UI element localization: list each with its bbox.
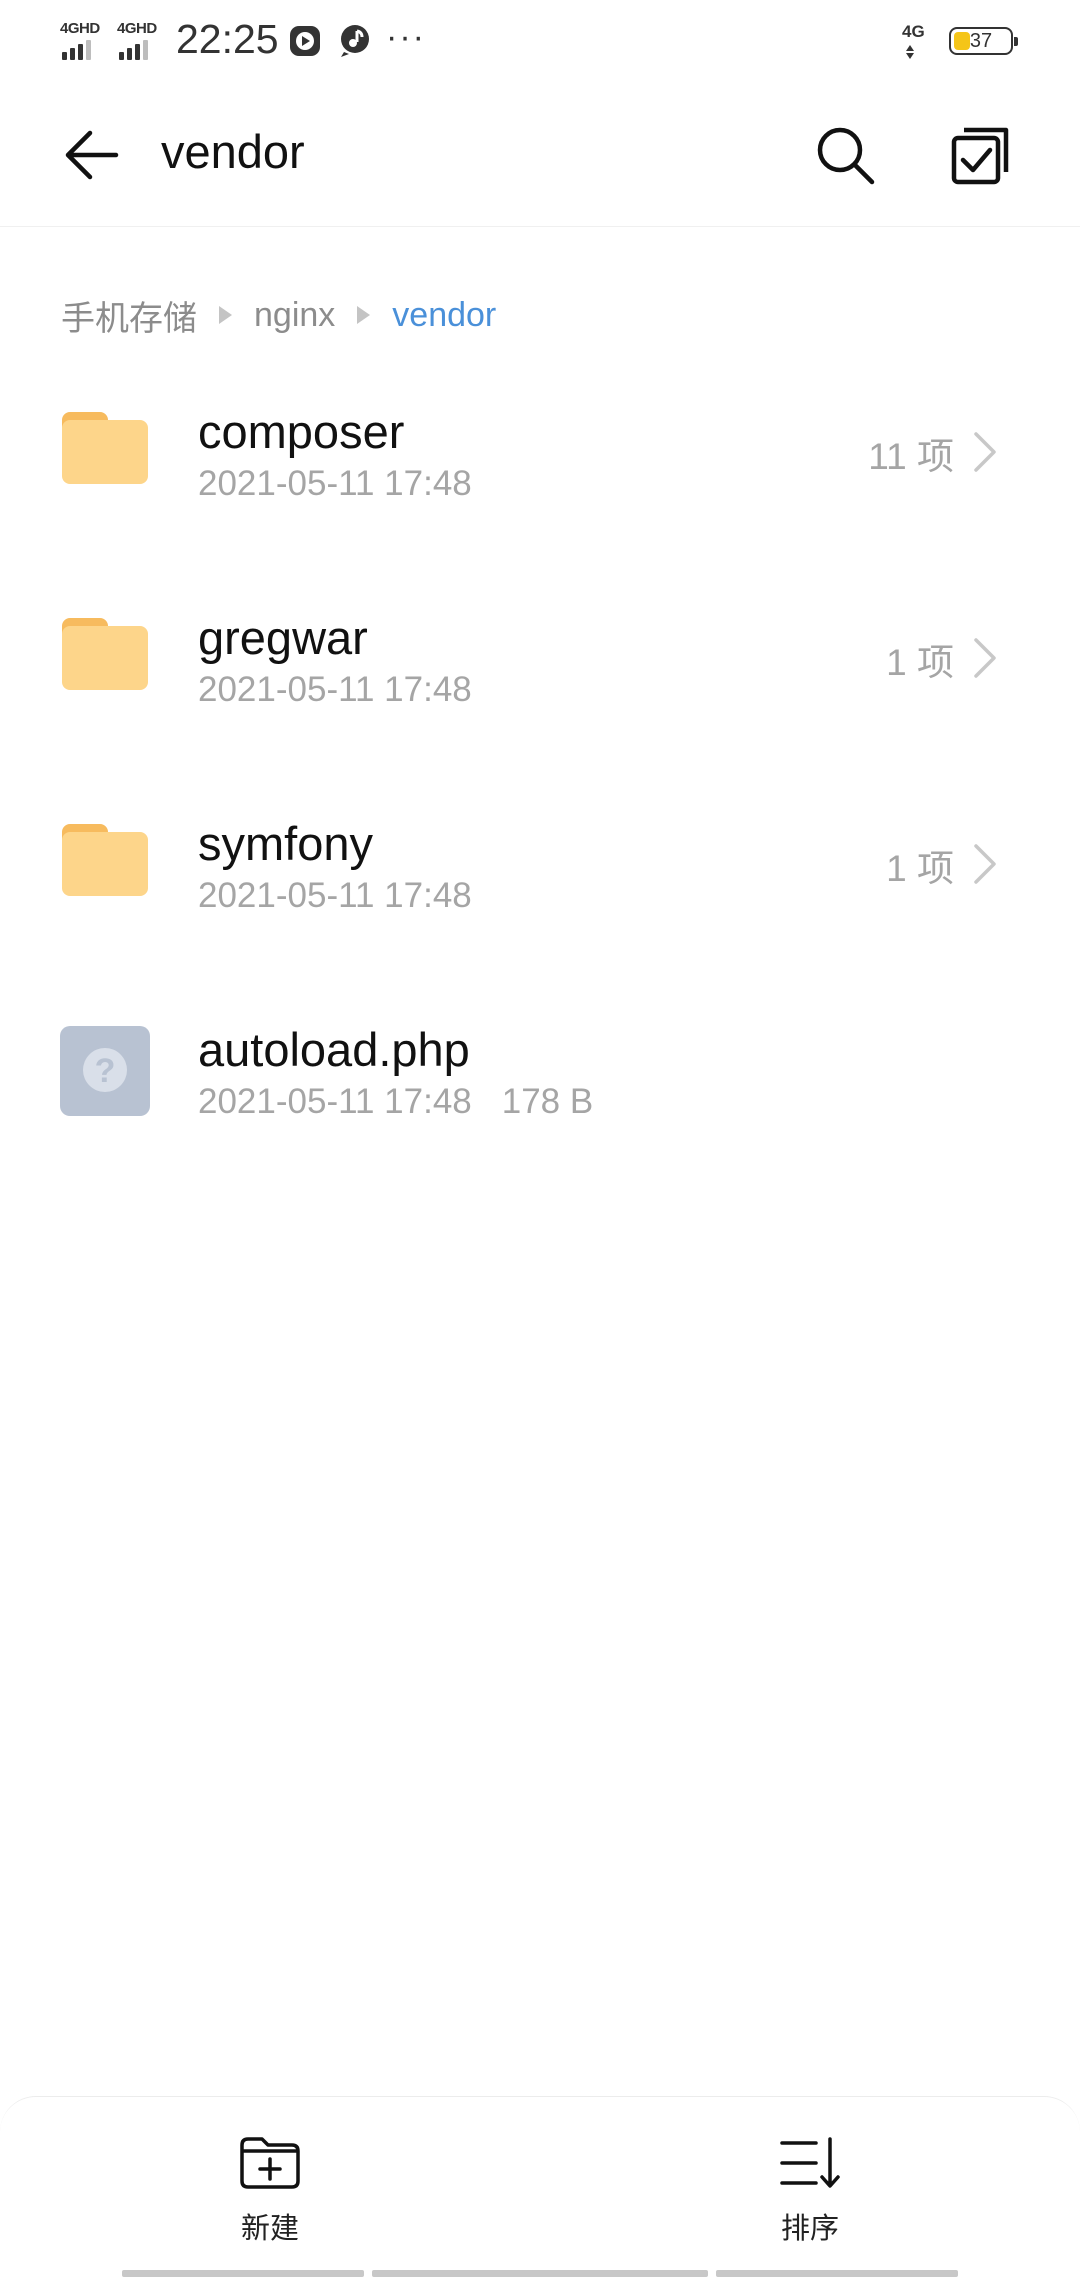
folder-icon xyxy=(62,618,148,690)
music-note-icon xyxy=(341,25,369,57)
file-name: autoload.php xyxy=(198,1023,470,1076)
new-button-label: 新建 xyxy=(240,2213,299,2245)
arrow-left-icon[interactable] xyxy=(60,122,126,188)
unknown-file-icon: ? xyxy=(60,1026,150,1116)
folder-icon xyxy=(62,824,148,896)
file-name: gregwar xyxy=(198,611,368,664)
breadcrumb-item-nginx[interactable]: nginx xyxy=(254,296,335,335)
sim1-network-label: 4GHD xyxy=(60,20,100,37)
chevron-right-icon xyxy=(974,638,996,678)
sort-button-label: 排序 xyxy=(780,2213,839,2245)
file-date: 2021-05-11 17:48 xyxy=(198,464,472,503)
sim2-signal-icon: 4GHD xyxy=(117,20,165,60)
search-icon[interactable] xyxy=(812,122,878,188)
file-name: symfony xyxy=(198,817,373,870)
new-button[interactable]: 新建 xyxy=(218,2135,322,2255)
mobile-data-indicator: 4G xyxy=(902,22,942,59)
list-item-file[interactable]: ? autoload.php 2021-05-11 17:48 178 B xyxy=(0,966,1080,1172)
top-app-bar: vendor xyxy=(0,84,1080,227)
breadcrumb-separator-icon xyxy=(219,306,232,324)
battery-percent: 37 xyxy=(969,30,993,52)
status-bar: 4GHD 4GHD 22:25 ··· 4G 37 xyxy=(0,0,1080,84)
item-count: 1 项 xyxy=(886,642,954,683)
new-folder-icon xyxy=(240,2137,300,2189)
sim1-signal-icon: 4GHD xyxy=(60,20,108,60)
breadcrumb-separator-icon xyxy=(357,306,371,324)
more-notifications-indicator: ··· xyxy=(386,18,426,56)
file-date: 2021-05-11 17:48 xyxy=(198,670,472,709)
list-item-folder[interactable]: gregwar 2021-05-11 17:48 1 项 xyxy=(0,554,1080,760)
battery-icon: 37 xyxy=(949,27,1018,55)
file-name: composer xyxy=(198,405,405,458)
file-size: 178 B xyxy=(501,1082,594,1121)
multi-select-checkbox-icon[interactable] xyxy=(948,122,1014,188)
video-play-icon xyxy=(290,26,320,56)
bottom-action-bar: 新建 排序 xyxy=(0,2096,1080,2281)
page-title: vendor xyxy=(161,125,305,178)
breadcrumb-item-current: vendor xyxy=(392,295,497,334)
gesture-navigation-bar xyxy=(120,2270,960,2278)
breadcrumb-item-storage[interactable]: 手机存储 xyxy=(61,291,197,340)
list-item-folder[interactable]: symfony 2021-05-11 17:48 1 项 xyxy=(0,760,1080,966)
item-count: 11 项 xyxy=(868,436,954,477)
sim2-network-label: 4GHD xyxy=(117,20,157,37)
file-date: 2021-05-11 17:48 xyxy=(198,1082,472,1121)
sort-icon xyxy=(780,2137,840,2188)
status-time: 22:25 xyxy=(176,16,279,62)
sort-button[interactable]: 排序 xyxy=(758,2135,862,2255)
chevron-right-icon xyxy=(974,432,996,472)
item-count: 1 项 xyxy=(886,848,954,889)
breadcrumb: 手机存储 nginx vendor xyxy=(61,290,496,340)
folder-icon xyxy=(62,412,148,484)
chevron-right-icon xyxy=(974,844,996,884)
data-arrows-icon xyxy=(906,45,914,59)
file-meta: 2021-05-11 17:48 178 B xyxy=(198,1082,593,1122)
file-date: 2021-05-11 17:48 xyxy=(198,876,472,915)
list-item-folder[interactable]: composer 2021-05-11 17:48 11 项 xyxy=(0,348,1080,554)
